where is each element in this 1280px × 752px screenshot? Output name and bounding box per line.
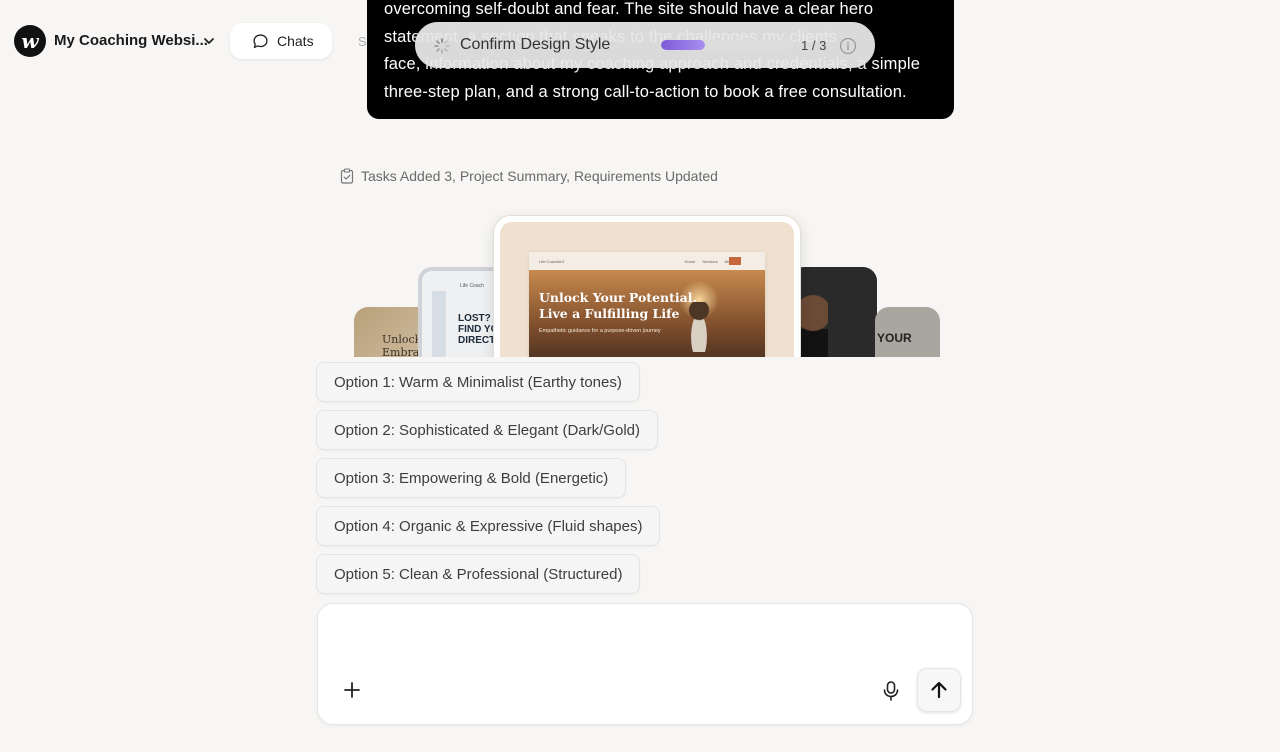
preview-card-frame: Life CoachinG Home Services About Unlock… — [500, 222, 794, 357]
preview-card-graphic — [432, 291, 446, 357]
mockup-subtext: Empathetic guidance for a purpose-driven… — [539, 328, 661, 334]
design-option-2-button[interactable]: Option 2: Sophisticated & Elegant (Dark/… — [316, 410, 658, 450]
progress-step-count: 1 / 3 — [801, 38, 827, 53]
preview-card-text: YOUR — [877, 331, 912, 345]
wix-logo-icon[interactable]: w — [14, 25, 46, 57]
chevron-down-icon[interactable] — [202, 34, 216, 48]
progress-status-pill: Confirm Design Style 1 / 3 — [415, 22, 875, 68]
chats-tab-button[interactable]: Chats — [230, 23, 332, 59]
progress-title: Confirm Design Style — [460, 36, 611, 53]
mockup-brand: Life CoachinG — [539, 259, 565, 264]
microphone-icon[interactable] — [881, 680, 901, 702]
design-option-4-button[interactable]: Option 4: Organic & Expressive (Fluid sh… — [316, 506, 661, 546]
mockup-nav: Life CoachinG Home Services About — [529, 252, 765, 270]
send-button[interactable] — [917, 668, 961, 712]
progress-bar-fill — [661, 40, 705, 50]
mockup-headline-line-1: Unlock Your Potential. — [539, 290, 697, 305]
tasks-summary-text: Tasks Added 3, Project Summary, Requirem… — [361, 168, 718, 184]
design-preview-card[interactable] — [790, 267, 877, 357]
message-composer — [317, 603, 973, 725]
tasks-summary: Tasks Added 3, Project Summary, Requirem… — [340, 168, 718, 184]
mockup-nav-links: Home Services About — [684, 259, 735, 264]
project-title[interactable]: My Coaching Websi... — [54, 32, 208, 49]
website-mockup: Life CoachinG Home Services About Unlock… — [529, 252, 765, 357]
design-option-5-button[interactable]: Option 5: Clean & Professional (Structur… — [316, 554, 641, 594]
clipboard-icon — [340, 168, 354, 184]
design-preview-card-selected[interactable]: Life CoachinG Home Services About Unlock… — [493, 215, 801, 357]
message-input[interactable] — [336, 618, 956, 658]
preview-card-brand: Life Coach — [460, 283, 484, 289]
plus-icon[interactable] — [342, 680, 362, 700]
progress-bar — [661, 40, 793, 50]
mockup-hero: Unlock Your Potential. Live a Fulfilling… — [529, 270, 765, 357]
spinner-icon — [434, 38, 450, 54]
chats-label: Chats — [277, 33, 314, 49]
design-previews-carousel: Unlock Y Embrac Life Coach LOST? FIND YO… — [340, 205, 950, 357]
design-option-1-button[interactable]: Option 1: Warm & Minimalist (Earthy tone… — [316, 362, 640, 402]
info-icon[interactable] — [839, 37, 857, 55]
mockup-headline-line-2: Live a Fulfilling Life — [539, 306, 680, 321]
design-option-3-button[interactable]: Option 3: Empowering & Bold (Energetic) — [316, 458, 627, 498]
chat-bubble-icon — [253, 33, 268, 48]
mockup-headline: Unlock Your Potential. Live a Fulfilling… — [539, 290, 697, 322]
arrow-up-icon — [931, 681, 947, 699]
design-preview-card[interactable]: YOUR — [875, 307, 940, 357]
mockup-nav-cta — [729, 257, 741, 265]
preview-card-photo — [798, 293, 828, 357]
